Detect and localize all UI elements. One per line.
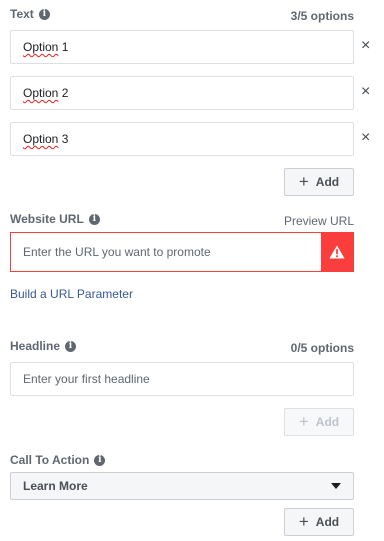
plus-icon: + — [298, 512, 309, 531]
option-number: 2 — [61, 86, 69, 100]
chevron-down-icon — [331, 483, 341, 489]
info-icon[interactable]: i — [38, 8, 50, 20]
add-call-to-action-button[interactable]: + Add — [284, 508, 354, 536]
info-icon[interactable]: i — [94, 454, 106, 466]
website-url-field[interactable]: Enter the URL you want to promote — [10, 232, 354, 272]
info-icon[interactable]: i — [88, 213, 100, 225]
text-options-count: 3/5 options — [290, 9, 354, 23]
build-url-parameter-link[interactable]: Build a URL Parameter — [10, 287, 133, 301]
text-option-2-input[interactable]: Option 2 — [10, 76, 354, 110]
plus-icon: + — [298, 172, 309, 191]
option-number: 3 — [61, 132, 69, 146]
text-label: Text i — [10, 7, 50, 21]
text-option-1-input[interactable]: Option 1 — [10, 30, 354, 64]
add-text-button[interactable]: + Add — [284, 168, 354, 196]
headline-input[interactable]: Enter your first headline — [10, 362, 354, 396]
website-url-placeholder: Enter the URL you want to promote — [23, 245, 211, 259]
website-url-label: Website URL i — [10, 212, 100, 226]
headline-options-count: 0/5 options — [290, 341, 354, 355]
call-to-action-label: Call To Action i — [10, 453, 106, 467]
option-word: Option — [23, 40, 59, 54]
remove-option-3-icon[interactable]: × — [361, 130, 370, 146]
option-word: Option — [23, 132, 59, 146]
remove-option-2-icon[interactable]: × — [361, 84, 370, 100]
preview-url-link[interactable]: Preview URL — [284, 214, 354, 228]
call-to-action-select[interactable]: Learn More — [10, 472, 354, 500]
website-url-input[interactable]: Enter the URL you want to promote — [11, 233, 321, 271]
add-headline-button[interactable]: + Add — [284, 408, 354, 436]
text-option-3-input[interactable]: Option 3 — [10, 122, 354, 156]
plus-icon: + — [298, 412, 309, 431]
option-word: Option — [23, 86, 59, 100]
info-icon[interactable]: i — [65, 340, 77, 352]
warning-triangle-icon — [329, 245, 345, 259]
remove-option-1-icon[interactable]: × — [361, 38, 370, 54]
headline-placeholder: Enter your first headline — [23, 372, 150, 386]
call-to-action-selected: Learn More — [23, 479, 88, 493]
headline-label: Headline i — [10, 339, 77, 353]
option-number: 1 — [61, 40, 69, 54]
warning-icon[interactable] — [321, 233, 353, 271]
